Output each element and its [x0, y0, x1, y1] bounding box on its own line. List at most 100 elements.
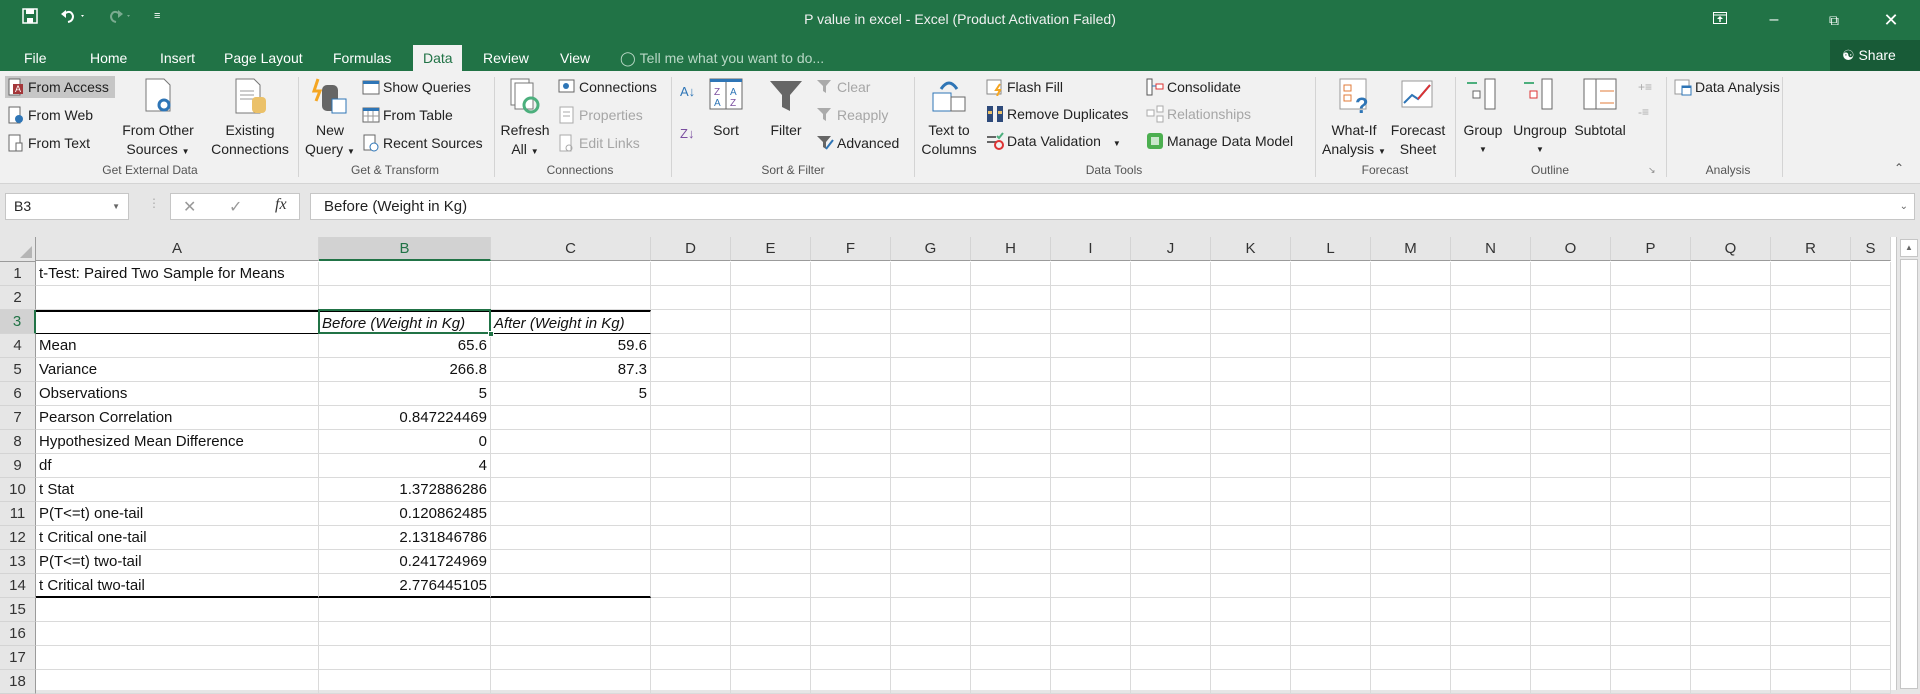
cell-d16[interactable]	[651, 622, 731, 646]
cell-s10[interactable]	[1851, 478, 1891, 502]
row-header-13[interactable]: 13	[0, 550, 36, 574]
cell-r12[interactable]	[1771, 526, 1851, 550]
cell-o4[interactable]	[1531, 334, 1611, 358]
cell-q12[interactable]	[1691, 526, 1771, 550]
cell-p12[interactable]	[1611, 526, 1691, 550]
cell-i11[interactable]	[1051, 502, 1131, 526]
cell-j4[interactable]	[1131, 334, 1211, 358]
cell-m4[interactable]	[1371, 334, 1451, 358]
refresh-all-button[interactable]: Refresh All ▼	[498, 77, 552, 161]
filter-button[interactable]: Filter	[762, 77, 810, 140]
cell-n4[interactable]	[1451, 334, 1531, 358]
cell-e16[interactable]	[731, 622, 811, 646]
cell-n18[interactable]	[1451, 670, 1531, 694]
cell-p2[interactable]	[1611, 286, 1691, 310]
cell-m5[interactable]	[1371, 358, 1451, 382]
cell-n7[interactable]	[1451, 406, 1531, 430]
cell-n14[interactable]	[1451, 574, 1531, 598]
cell-l11[interactable]	[1291, 502, 1371, 526]
cell-e4[interactable]	[731, 334, 811, 358]
cell-k18[interactable]	[1211, 670, 1291, 694]
cell-c16[interactable]	[491, 622, 651, 646]
scroll-up-icon[interactable]: ▲	[1900, 239, 1918, 257]
cell-p7[interactable]	[1611, 406, 1691, 430]
cell-l3[interactable]	[1291, 310, 1371, 334]
cell-g13[interactable]	[891, 550, 971, 574]
outline-dialog-launcher-icon[interactable]: ↘	[1648, 165, 1656, 176]
cell-g11[interactable]	[891, 502, 971, 526]
cell-s7[interactable]	[1851, 406, 1891, 430]
cell-f15[interactable]	[811, 598, 891, 622]
cell-q11[interactable]	[1691, 502, 1771, 526]
cell-i2[interactable]	[1051, 286, 1131, 310]
tab-file[interactable]: File	[14, 45, 57, 71]
cell-e17[interactable]	[731, 646, 811, 670]
cell-k3[interactable]	[1211, 310, 1291, 334]
cell-q1[interactable]	[1691, 262, 1771, 286]
cell-f16[interactable]	[811, 622, 891, 646]
cell-a1[interactable]: t-Test: Paired Two Sample for Means	[36, 262, 319, 286]
cell-i15[interactable]	[1051, 598, 1131, 622]
cell-l6[interactable]	[1291, 382, 1371, 406]
cell-p4[interactable]	[1611, 334, 1691, 358]
spreadsheet-grid[interactable]: A B C D E F G H I J K L M N O P Q R S 1 t-Test: Paired Two S…	[0, 237, 1896, 694]
cell-m15[interactable]	[1371, 598, 1451, 622]
cell-l8[interactable]	[1291, 430, 1371, 454]
cell-d15[interactable]	[651, 598, 731, 622]
cancel-icon[interactable]: ✕	[183, 197, 196, 217]
cell-b14[interactable]: 2.776445105	[319, 574, 491, 598]
cell-e11[interactable]	[731, 502, 811, 526]
cell-c15[interactable]	[491, 598, 651, 622]
cell-l1[interactable]	[1291, 262, 1371, 286]
cell-s5[interactable]	[1851, 358, 1891, 382]
cell-d2[interactable]	[651, 286, 731, 310]
cell-a15[interactable]	[36, 598, 319, 622]
cell-r18[interactable]	[1771, 670, 1851, 694]
cell-a10[interactable]: t Stat	[36, 478, 319, 502]
cell-h17[interactable]	[971, 646, 1051, 670]
cell-r2[interactable]	[1771, 286, 1851, 310]
cell-r3[interactable]	[1771, 310, 1851, 334]
cell-q10[interactable]	[1691, 478, 1771, 502]
cell-g2[interactable]	[891, 286, 971, 310]
cell-n15[interactable]	[1451, 598, 1531, 622]
cell-e14[interactable]	[731, 574, 811, 598]
cell-k16[interactable]	[1211, 622, 1291, 646]
from-web-button[interactable]: From Web	[5, 104, 93, 126]
cell-q2[interactable]	[1691, 286, 1771, 310]
cell-p13[interactable]	[1611, 550, 1691, 574]
share-button[interactable]: ☯ Share	[1830, 40, 1920, 71]
cell-b9[interactable]: 4	[319, 454, 491, 478]
cell-a13[interactable]: P(T<=t) two-tail	[36, 550, 319, 574]
cell-k1[interactable]	[1211, 262, 1291, 286]
row-header-7[interactable]: 7	[0, 406, 36, 430]
cell-n3[interactable]	[1451, 310, 1531, 334]
cell-b5[interactable]: 266.8	[319, 358, 491, 382]
cell-i6[interactable]	[1051, 382, 1131, 406]
cell-g8[interactable]	[891, 430, 971, 454]
cell-s4[interactable]	[1851, 334, 1891, 358]
cell-j11[interactable]	[1131, 502, 1211, 526]
scroll-thumb[interactable]	[1900, 259, 1918, 689]
cell-g9[interactable]	[891, 454, 971, 478]
cell-p16[interactable]	[1611, 622, 1691, 646]
row-header-11[interactable]: 11	[0, 502, 36, 526]
from-access-button[interactable]: A From Access	[5, 76, 115, 98]
cell-f2[interactable]	[811, 286, 891, 310]
cell-s13[interactable]	[1851, 550, 1891, 574]
cell-r1[interactable]	[1771, 262, 1851, 286]
cell-e1[interactable]	[731, 262, 811, 286]
cell-q14[interactable]	[1691, 574, 1771, 598]
cell-r14[interactable]	[1771, 574, 1851, 598]
cell-g14[interactable]	[891, 574, 971, 598]
cell-h16[interactable]	[971, 622, 1051, 646]
cell-q6[interactable]	[1691, 382, 1771, 406]
cell-n16[interactable]	[1451, 622, 1531, 646]
cell-o11[interactable]	[1531, 502, 1611, 526]
minimize-icon[interactable]: –	[1754, 6, 1794, 34]
cell-s12[interactable]	[1851, 526, 1891, 550]
cell-l12[interactable]	[1291, 526, 1371, 550]
cell-s8[interactable]	[1851, 430, 1891, 454]
column-header-p[interactable]: P	[1611, 237, 1691, 261]
cell-e2[interactable]	[731, 286, 811, 310]
